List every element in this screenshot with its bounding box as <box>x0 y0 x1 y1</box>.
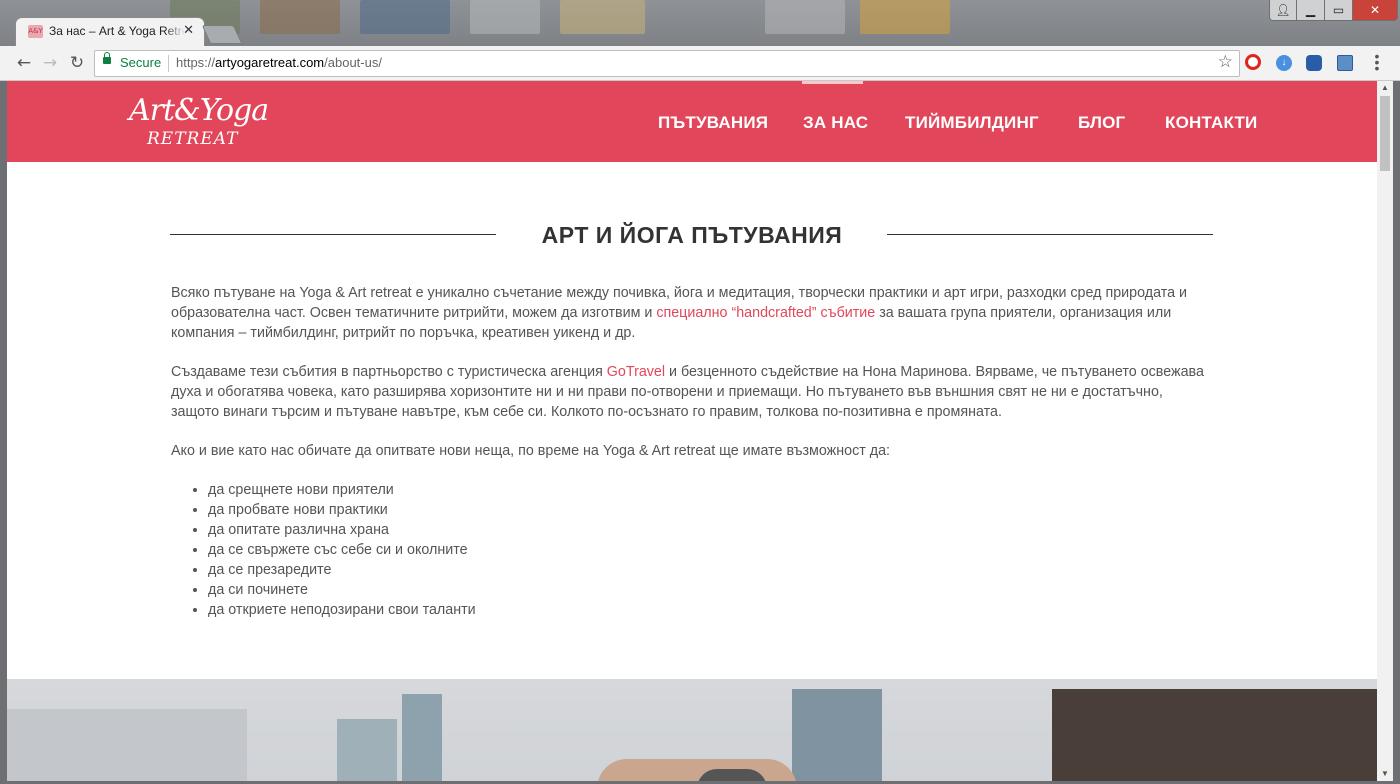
reload-icon[interactable]: ↻ <box>66 52 88 74</box>
partnership-paragraph: Създаваме тези събития в партньорство с … <box>171 362 1211 422</box>
nav-active-indicator <box>802 81 863 84</box>
hero-photo <box>7 679 1377 781</box>
list-item: да се презаредите <box>208 560 1211 580</box>
bookmark-star-icon[interactable]: ☆ <box>1218 52 1233 72</box>
address-separator <box>168 55 169 72</box>
nav-item-teambuilding[interactable]: ТИЙМБИЛДИНГ <box>905 113 1039 133</box>
nav-item-blog[interactable]: БЛОГ <box>1078 113 1125 133</box>
nav-item-travels[interactable]: ПЪТУВАНИЯ <box>658 113 768 133</box>
site-header: Art&Yoga RETREAT ПЪТУВАНИЯ ЗА НАС ТИЙМБИ… <box>7 81 1377 162</box>
browser-tab-active[interactable]: A&Y За нас – Art & Yoga Retreat ✕ <box>16 18 204 46</box>
page-scrollbar[interactable]: ▲ ▼ <box>1377 81 1393 781</box>
address-bar[interactable]: Secure https://artyogaretreat.com/about-… <box>94 50 1240 77</box>
gotravel-link[interactable]: GoTravel <box>607 364 665 380</box>
forward-arrow-icon[interactable]: → <box>39 52 61 74</box>
opera-extension-icon[interactable] <box>1245 54 1261 70</box>
window-titlebar: A&Y За нас – Art & Yoga Retreat ✕ 👤︎ ▁ ▭… <box>0 0 1400 46</box>
back-arrow-icon[interactable]: ← <box>13 52 35 74</box>
list-item: да откриете неподозирани свои таланти <box>208 600 1211 620</box>
url-scheme: https:// <box>176 55 216 70</box>
scroll-up-icon[interactable]: ▲ <box>1377 81 1393 95</box>
url-path: /about-us/ <box>324 55 382 70</box>
menu-dots-icon[interactable]: • • • <box>1374 49 1380 75</box>
section-heading-row: АРТ И ЙОГА ПЪТУВАНИЯ <box>170 219 1214 253</box>
window-extension-icon[interactable] <box>1337 55 1353 71</box>
settings-extension-icon[interactable] <box>1306 55 1322 71</box>
url-text[interactable]: https://artyogaretreat.com/about-us/ <box>176 55 382 70</box>
tab-close-icon[interactable]: ✕ <box>183 23 194 38</box>
list-item: да си починете <box>208 580 1211 600</box>
intro-paragraph: Всяко пътуване на Yoga & Art retreat е у… <box>171 283 1211 343</box>
nav-item-contacts[interactable]: КОНТАКТИ <box>1165 113 1257 133</box>
logo-line-2: RETREAT <box>147 129 239 149</box>
background-window-thumbnails <box>170 0 960 44</box>
list-item: да пробвате нови практики <box>208 500 1211 520</box>
handcrafted-event-link[interactable]: специално “handcrafted” събитие <box>656 305 875 321</box>
partnership-text: Създаваме тези събития в партньорство с … <box>171 364 607 380</box>
scrollbar-thumb[interactable] <box>1380 96 1390 171</box>
list-item: да се свържете със себе си и околните <box>208 540 1211 560</box>
close-window-button[interactable]: ✕ <box>1352 0 1398 21</box>
logo-line-1: Art&Yoga <box>129 93 269 128</box>
site-logo[interactable]: Art&Yoga RETREAT <box>127 89 269 155</box>
opportunity-paragraph: Ако и вие като нас обичате да опитвате н… <box>171 443 891 459</box>
site-favicon-icon: A&Y <box>28 25 43 38</box>
list-item: да срещнете нови приятели <box>208 480 1211 500</box>
scroll-down-icon[interactable]: ▼ <box>1377 767 1393 781</box>
about-content: Всяко пътуване на Yoga & Art retreat е у… <box>171 283 1211 620</box>
heading-rule-right <box>887 234 1213 235</box>
browser-toolbar: ← → ↻ Secure https://artyogaretreat.com/… <box>0 46 1400 81</box>
profile-icon[interactable]: 👤︎ <box>1269 0 1297 21</box>
benefits-list: да срещнете нови приятели да пробвате но… <box>171 480 1211 620</box>
secure-label: Secure <box>120 55 162 70</box>
minimize-button[interactable]: ▁ <box>1296 0 1325 21</box>
page-viewport: Art&Yoga RETREAT ПЪТУВАНИЯ ЗА НАС ТИЙМБИ… <box>7 81 1377 781</box>
nav-item-about[interactable]: ЗА НАС <box>803 113 868 133</box>
url-host: artyogaretreat.com <box>215 55 325 70</box>
lock-icon <box>103 52 111 64</box>
list-item: да опитате различна храна <box>208 520 1211 540</box>
tab-title: За нас – Art & Yoga Retreat <box>49 24 185 38</box>
page-title: АРТ И ЙОГА ПЪТУВАНИЯ <box>541 222 843 248</box>
download-extension-icon[interactable]: ↓ <box>1276 55 1292 71</box>
maximize-button[interactable]: ▭ <box>1324 0 1353 21</box>
